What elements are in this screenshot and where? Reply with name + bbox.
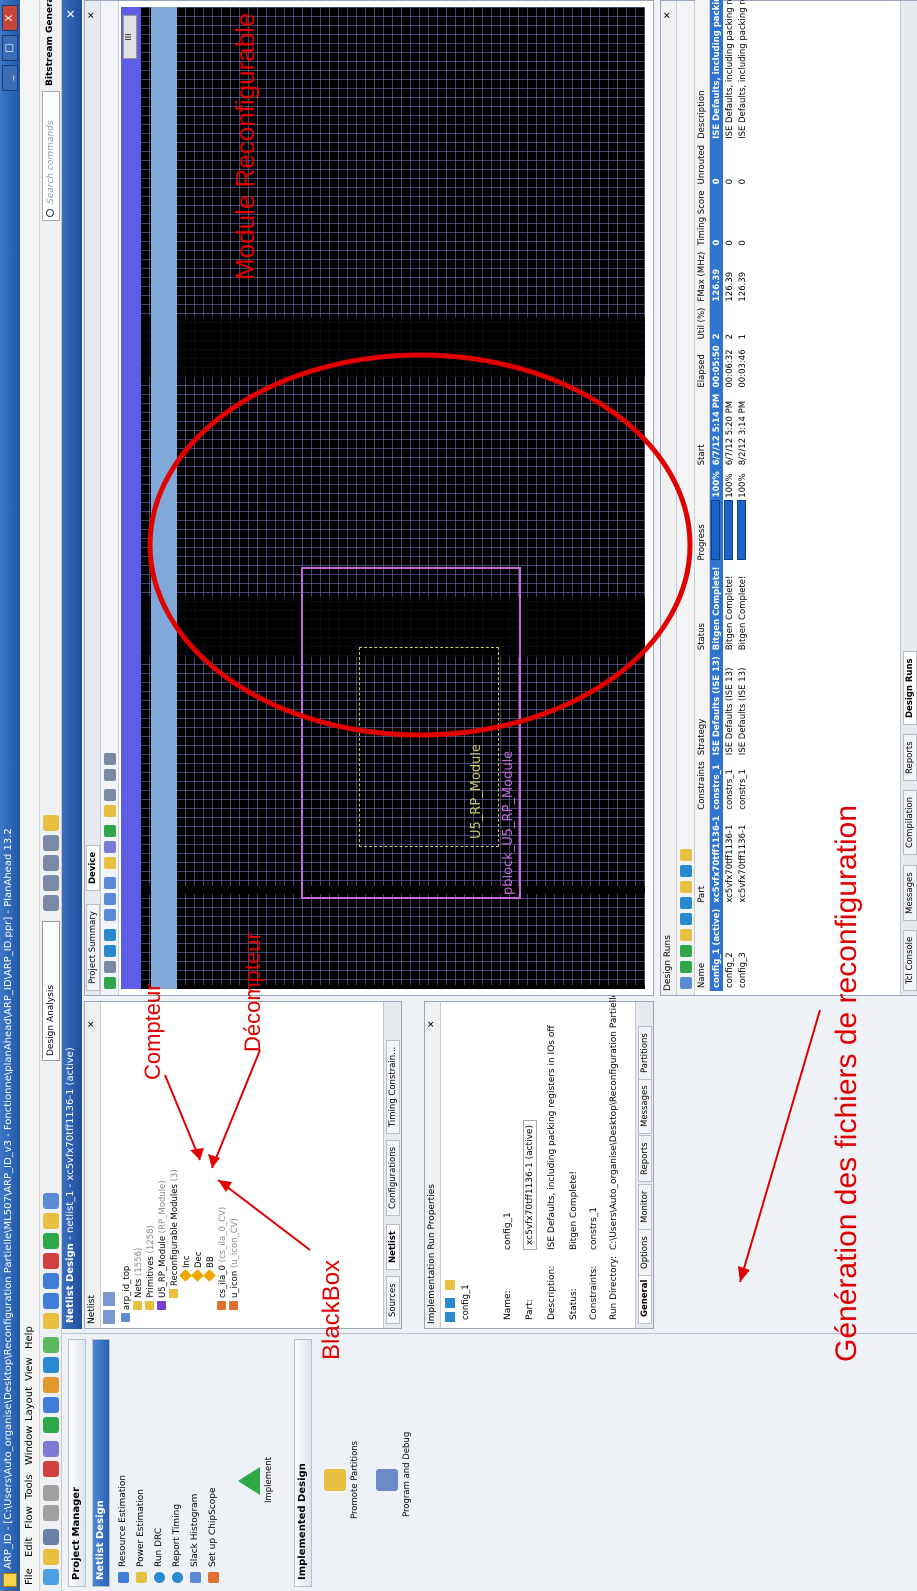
generation-arrowhead xyxy=(738,1266,750,1282)
annotation-module-reconfigurable: Module Reconfigurable xyxy=(230,12,260,280)
generation-arrow xyxy=(739,1009,821,1283)
compteur-arrowhead xyxy=(190,1148,204,1160)
annotation-decompteur: Décompteur xyxy=(240,932,265,1052)
compteur-arrow xyxy=(164,1074,201,1161)
decompteur-arrow xyxy=(211,1049,261,1169)
annotation-generation: Génération des fichiers de reconfigurati… xyxy=(830,805,863,1362)
annotation-compteur: Compteur xyxy=(140,983,165,1080)
decompteur-arrowhead xyxy=(208,1154,220,1168)
blackbox-arrow xyxy=(217,1179,311,1251)
annotation-overlay xyxy=(147,352,821,1283)
reconfigurable-module-ellipse xyxy=(147,352,693,738)
annotation-blackbox: BlackBox xyxy=(318,1259,345,1360)
